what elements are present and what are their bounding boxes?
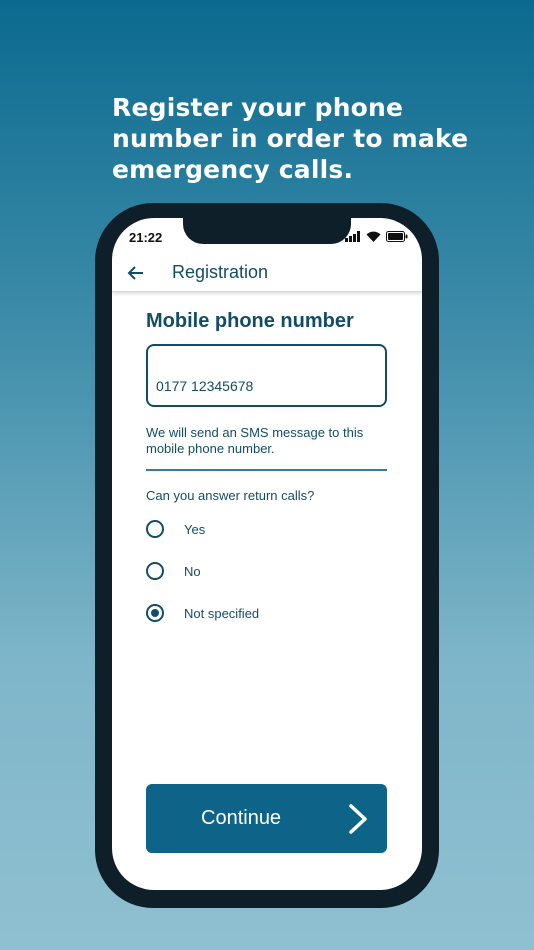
radio-option-not-specified[interactable]: Not specified [146,604,259,622]
wifi-icon [366,231,381,242]
divider [146,469,387,471]
battery-icon [386,231,408,242]
info-text: We will send an SMS message to this mobi… [146,425,364,456]
status-time: 21:22 [129,230,163,245]
radio-button[interactable] [146,562,164,580]
radio-label: Not specified [184,605,260,621]
phone-screen: 21:22 Registration Mobile phone number W… [112,218,422,890]
radio-option-no[interactable]: No [146,562,201,580]
return-calls-question: Can you answer return calls? [146,488,315,503]
section-title: Mobile phone number [146,310,354,332]
phone-notch [183,216,351,244]
phone-number-input[interactable] [146,344,387,407]
continue-button[interactable]: Continue [146,784,387,853]
app-bar: Registration [112,254,422,292]
continue-label: Continue [201,807,282,829]
radio-button[interactable] [146,604,164,622]
radio-label: Yes [184,521,206,537]
status-icons [345,231,408,242]
chevron-right-icon [349,804,367,834]
radio-option-yes[interactable]: Yes [146,520,205,538]
back-arrow-icon[interactable] [126,263,146,283]
radio-label: No [184,563,201,579]
radio-button[interactable] [146,520,164,538]
headline: Register your phone number in order to m… [112,93,469,184]
page-title: Registration [172,262,269,282]
